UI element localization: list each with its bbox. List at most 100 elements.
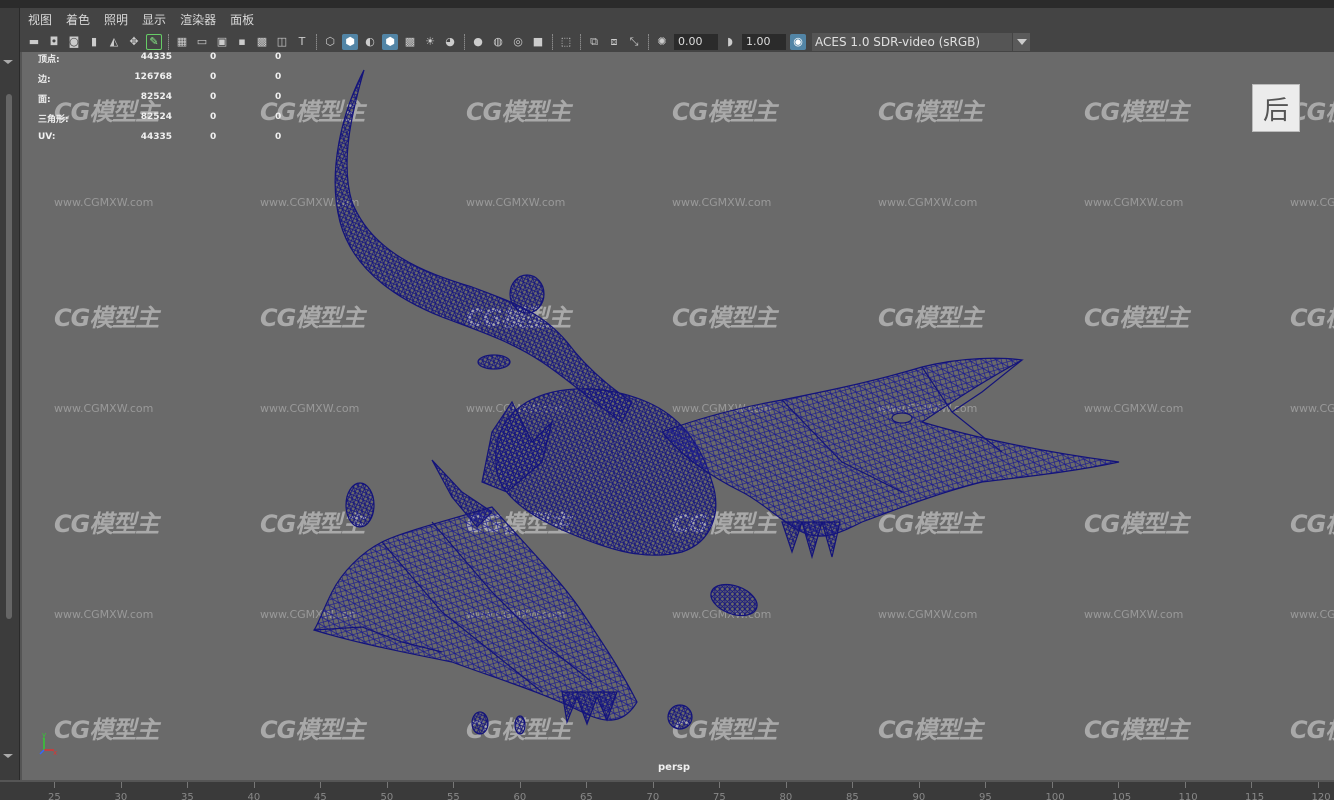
ambient-occlusion-icon[interactable]: ● [470, 34, 486, 50]
timeline-frame-label: 70 [646, 792, 660, 800]
timeline-tick [652, 782, 654, 788]
gamma-field[interactable]: 1.00 [742, 33, 786, 50]
timeline-frame-label: 115 [1245, 792, 1265, 800]
toolbar-separator [648, 33, 649, 50]
timeline-tick [1184, 782, 1186, 788]
color-management-icon[interactable]: ◉ [790, 33, 806, 50]
timeline-tick [1251, 782, 1252, 788]
timeline-tick [719, 782, 720, 788]
hud-value: 82524 [140, 112, 172, 122]
axis-gizmo: y x [39, 732, 57, 756]
default-material-icon[interactable]: ◐ [362, 34, 378, 50]
gamma-icon[interactable]: ◗ [722, 34, 738, 50]
depth-of-field-icon[interactable]: ■ [530, 34, 546, 50]
hud-value: 0 [275, 72, 282, 82]
timeline-tick [519, 782, 521, 788]
2d-pan-icon[interactable]: ✥ [126, 34, 142, 50]
hud-row-triangles: 三角形: 82524 0 0 [38, 112, 318, 132]
dragon-mesh [312, 69, 1120, 735]
view-transform-select[interactable]: ACES 1.0 SDR-video (sRGB) [812, 32, 1030, 51]
time-slider[interactable]: 25 30 35 40 45 50 55 60 65 70 75 80 85 90 95 100 105 110 1… [0, 780, 1334, 800]
hud-label: 顶点: [38, 55, 60, 65]
hud-value: 0 [210, 112, 217, 122]
shadows-icon[interactable]: ◕ [442, 34, 458, 50]
viewcube-back-face[interactable]: 后 [1252, 84, 1300, 132]
timeline-tick [586, 782, 587, 788]
timeline-tick [253, 782, 255, 788]
smooth-shade-icon[interactable]: ⬢ [342, 33, 358, 50]
panel-toolbar: ▬ ◘ ◙ ▮ ◭ ✥ ✎ ▦ ▭ ▣ ▪ ▩ ◫ T ⬡ ⬢ ◐ ⬢ ▩ ☀ … [20, 31, 1334, 52]
field-chart-icon[interactable]: ▩ [254, 34, 270, 50]
motion-blur-icon[interactable]: ◍ [490, 34, 506, 50]
safe-action-icon[interactable]: ◫ [274, 34, 290, 50]
viewport-persp[interactable]: CG模型主CG模型主CG模型主CG模型主CG模型主CG模型主CG模型主CG模型主… [20, 52, 1334, 780]
timeline-frame-label: 65 [580, 792, 593, 800]
timeline-tick [918, 782, 920, 788]
all-lights-icon[interactable]: ☀ [422, 34, 438, 50]
timeline-tick [852, 782, 853, 788]
hud-value: 44335 [140, 132, 172, 142]
toolbar-separator [316, 33, 317, 50]
textured-icon[interactable]: ▩ [402, 34, 418, 50]
left-tool-column [0, 8, 20, 780]
camera-select-icon[interactable]: ▬ [26, 34, 42, 50]
menu-show[interactable]: 显示 [142, 11, 166, 28]
hud-value: 0 [210, 132, 217, 142]
collapse-arrow-icon[interactable] [3, 60, 13, 66]
timeline-frame-label: 80 [779, 792, 793, 800]
chevron-down-icon[interactable] [1012, 32, 1030, 51]
timeline-frame-label: 25 [48, 792, 61, 800]
timeline-frame-label: 85 [846, 792, 859, 800]
hud-label: 边: [38, 75, 51, 85]
timeline-frame-label: 30 [114, 792, 128, 800]
xray-icon[interactable]: ⧉ [586, 34, 602, 50]
timeline-tick [386, 782, 388, 788]
title-strip [0, 0, 1334, 8]
isolate-select-icon[interactable]: ⬚ [558, 34, 574, 50]
poly-count-hud: 顶点: 44335 0 0 边: 126768 0 0 面: 82524 0 0… [38, 52, 318, 152]
timeline-tick [54, 782, 55, 788]
bookmark-icon[interactable]: ▮ [86, 34, 102, 50]
camera-attr-icon[interactable]: ◘ [46, 34, 62, 50]
hud-row-vertices: 顶点: 44335 0 0 [38, 52, 318, 72]
exposure-field[interactable]: 0.00 [674, 33, 718, 50]
toolbar-separator [464, 33, 465, 50]
menu-view[interactable]: 视图 [28, 11, 52, 28]
menu-panels[interactable]: 面板 [230, 11, 254, 28]
menu-renderer[interactable]: 渲染器 [180, 11, 216, 28]
hud-value: 0 [275, 132, 282, 142]
camera-lock-icon[interactable]: ◙ [66, 34, 82, 50]
timeline-frame-label: 100 [1045, 792, 1065, 800]
wireframe-on-shaded-icon[interactable]: ⬢ [382, 33, 398, 50]
timeline-frame-label: 120 [1311, 792, 1331, 800]
hud-label: 三角形: [38, 115, 69, 125]
grid-icon[interactable]: ▦ [174, 34, 190, 50]
dragon-wireframe-model[interactable] [22, 52, 1334, 780]
hud-value: 126768 [134, 72, 172, 82]
wireframe-icon[interactable]: ⬡ [322, 34, 338, 50]
timeline-frame-label: 60 [513, 792, 527, 800]
menu-lighting[interactable]: 照明 [104, 11, 128, 28]
timeline-frame-label: 105 [1112, 792, 1132, 800]
film-gate-icon[interactable]: ▭ [194, 34, 210, 50]
timeline-tick [785, 782, 787, 788]
timeline-frame-label: 50 [380, 792, 394, 800]
backface-icon[interactable]: ⤡ [626, 34, 642, 50]
resolution-gate-icon[interactable]: ▣ [214, 34, 230, 50]
hud-value: 44335 [140, 52, 172, 62]
exposure-icon[interactable]: ✺ [654, 34, 670, 50]
expand-arrow-icon[interactable] [3, 754, 13, 760]
menu-shading[interactable]: 着色 [66, 11, 90, 28]
timeline-frame-label: 95 [979, 792, 992, 800]
timeline-tick [1118, 782, 1119, 788]
xray-joints-icon[interactable]: ⧈ [606, 34, 622, 50]
timeline-tick [320, 782, 321, 788]
safe-title-icon[interactable]: T [294, 34, 310, 50]
timeline-tick [985, 782, 986, 788]
image-plane-icon[interactable]: ◭ [106, 34, 122, 50]
antialias-icon[interactable]: ◎ [510, 34, 526, 50]
left-scrollbar[interactable] [6, 94, 12, 619]
grease-pencil-icon[interactable]: ✎ [146, 33, 162, 50]
gate-mask-icon[interactable]: ▪ [234, 34, 250, 50]
toolbar-separator [580, 33, 581, 50]
